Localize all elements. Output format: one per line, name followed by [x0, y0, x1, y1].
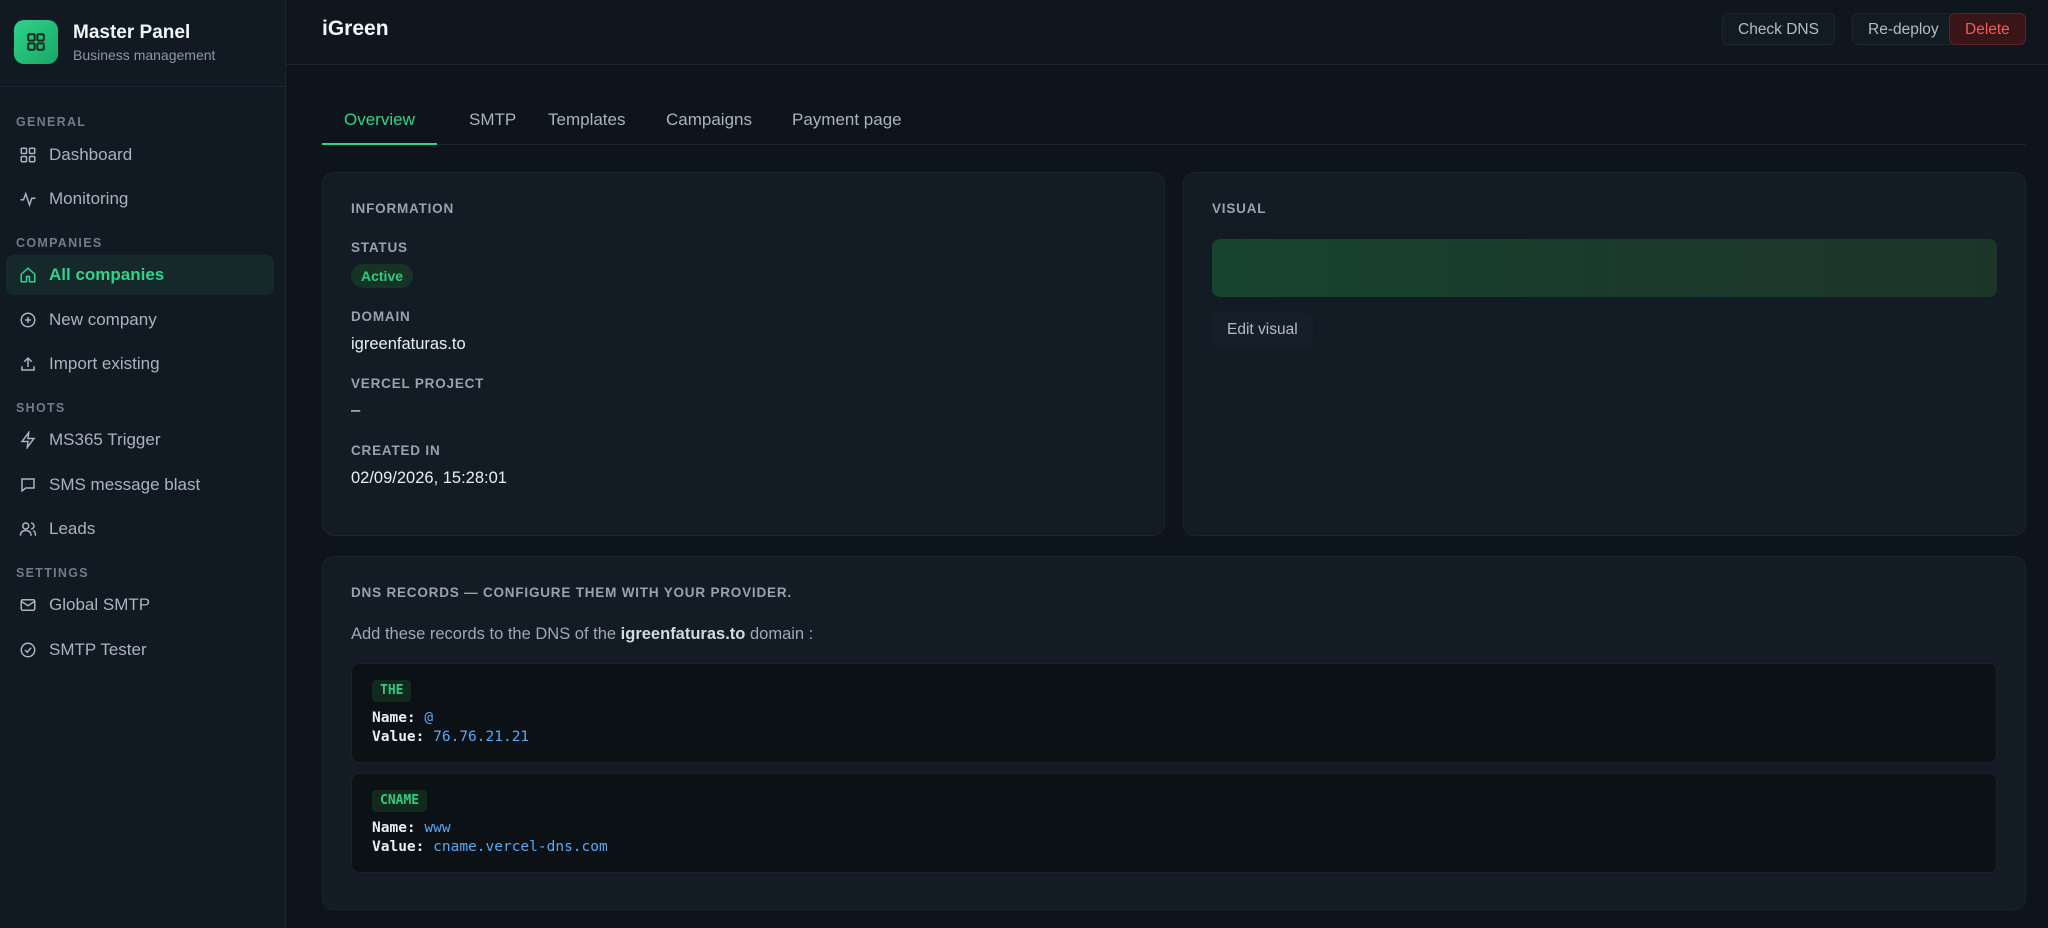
sidebar-item-label: New company [49, 310, 157, 329]
dns-records-card: DNS RECORDS — CONFIGURE THEM WITH YOUR P… [322, 556, 2026, 910]
section-label-shots: SHOTS [16, 401, 66, 415]
home-icon [19, 266, 37, 284]
tab-campaigns[interactable]: Campaigns [644, 98, 774, 145]
sidebar-item-label: Dashboard [49, 145, 133, 164]
brand-title: Master Panel [73, 21, 191, 43]
card-heading: VISUAL [1212, 201, 1267, 216]
brand-subtitle: Business management [73, 46, 216, 63]
section-label-general: GENERAL [16, 115, 87, 129]
brand: Master Panel Business management [14, 20, 215, 64]
visual-preview [1212, 239, 1997, 297]
record-value-line: Value: cname.vercel-dns.com [372, 839, 608, 855]
section-label-companies: COMPANIES [16, 236, 103, 250]
plus-circle-icon [19, 311, 37, 329]
logo-grid-icon [14, 20, 58, 64]
record-name-line: Name: www [372, 820, 451, 836]
activity-icon [19, 190, 37, 208]
status-label: STATUS [351, 240, 408, 255]
sidebar-item-import-existing[interactable]: Import existing [6, 344, 274, 384]
record-type-badge: THE [372, 680, 412, 702]
sidebar-item-label: Monitoring [49, 189, 129, 208]
tab-overview[interactable]: Overview [322, 98, 437, 145]
redeploy-button[interactable]: Re-deploy [1852, 13, 1955, 45]
record-value-value: cname.vercel-dns.com [433, 839, 608, 855]
sidebar-item-leads[interactable]: Leads [6, 509, 274, 549]
tab-payment-page[interactable]: Payment page [770, 98, 924, 145]
dns-record: THE Name: @ Value: 76.76.21.21 [351, 663, 1997, 763]
sidebar-item-label: Global SMTP [49, 595, 151, 614]
dns-record: CNAME Name: www Value: cname.vercel-dns.… [351, 773, 1997, 873]
sidebar-item-new-company[interactable]: New company [6, 300, 274, 340]
sidebar-item-global-smtp[interactable]: Global SMTP [6, 585, 274, 625]
domain-value: igreenfaturas.to [351, 335, 466, 353]
record-name-value: www [424, 820, 451, 836]
vercel-project-value: – [351, 401, 361, 419]
tab-smtp[interactable]: SMTP [447, 98, 538, 145]
top-bar: iGreen Check DNS Re-deploy Delete [286, 0, 2048, 65]
delete-button[interactable]: Delete [1949, 13, 2026, 45]
dns-intro: Add these records to the DNS of the igre… [351, 625, 813, 644]
record-value-key: Value: [372, 839, 425, 855]
sidebar-item-label: MS365 Trigger [49, 430, 161, 449]
sidebar-item-label: SMTP Tester [49, 640, 147, 659]
created-label: CREATED IN [351, 443, 441, 458]
domain-label: DOMAIN [351, 309, 411, 324]
record-name-key: Name: [372, 820, 416, 836]
mail-icon [19, 596, 37, 614]
dns-intro-prefix: Add these records to the DNS of the [351, 625, 617, 643]
record-name-line: Name: @ [372, 710, 433, 726]
tab-bar: Overview SMTP Templates Campaigns Paymen… [322, 98, 2026, 145]
sidebar-item-label: All companies [49, 265, 165, 284]
card-heading: INFORMATION [351, 201, 455, 216]
lightning-icon [19, 431, 37, 449]
check-dns-button[interactable]: Check DNS [1722, 13, 1835, 45]
sidebar: Master Panel Business management GENERAL… [0, 0, 286, 928]
visual-card: VISUAL Edit visual [1183, 172, 2026, 536]
information-card: INFORMATION STATUS Active DOMAIN igreenf… [322, 172, 1165, 536]
sidebar-item-all-companies[interactable]: All companies [6, 255, 274, 295]
divider [0, 86, 285, 87]
card-heading: DNS RECORDS — CONFIGURE THEM WITH YOUR P… [351, 585, 792, 600]
grid-icon [19, 146, 37, 164]
sidebar-item-smtp-tester[interactable]: SMTP Tester [6, 630, 274, 670]
status-badge: Active [351, 264, 414, 288]
dns-intro-domain: igreenfaturas.to [620, 625, 746, 643]
record-value-key: Value: [372, 729, 425, 745]
message-icon [19, 476, 37, 494]
edit-visual-button[interactable]: Edit visual [1212, 313, 1313, 347]
sidebar-item-label: Import existing [49, 354, 160, 373]
section-label-settings: SETTINGS [16, 566, 89, 580]
sidebar-item-ms365-trigger[interactable]: MS365 Trigger [6, 420, 274, 460]
sidebar-item-dashboard[interactable]: Dashboard [6, 135, 274, 175]
record-type-badge: CNAME [372, 790, 428, 812]
sidebar-item-label: SMS message blast [49, 475, 201, 494]
users-icon [19, 520, 37, 538]
vercel-project-label: VERCEL PROJECT [351, 376, 485, 391]
upload-icon [19, 355, 37, 373]
main-content: iGreen Check DNS Re-deploy Delete Overvi… [286, 0, 2048, 928]
record-name-key: Name: [372, 710, 416, 726]
page-title: iGreen [322, 17, 389, 40]
record-name-value: @ [424, 710, 434, 726]
tab-templates[interactable]: Templates [526, 98, 647, 145]
dns-intro-suffix: domain : [749, 625, 814, 643]
record-value-value: 76.76.21.21 [433, 729, 530, 745]
sidebar-item-sms-message-blast[interactable]: SMS message blast [6, 465, 274, 505]
sidebar-item-monitoring[interactable]: Monitoring [6, 179, 274, 219]
check-circle-icon [19, 641, 37, 659]
created-value: 02/09/2026, 15:28:01 [351, 469, 507, 487]
sidebar-item-label: Leads [49, 519, 96, 538]
record-value-line: Value: 76.76.21.21 [372, 729, 529, 745]
